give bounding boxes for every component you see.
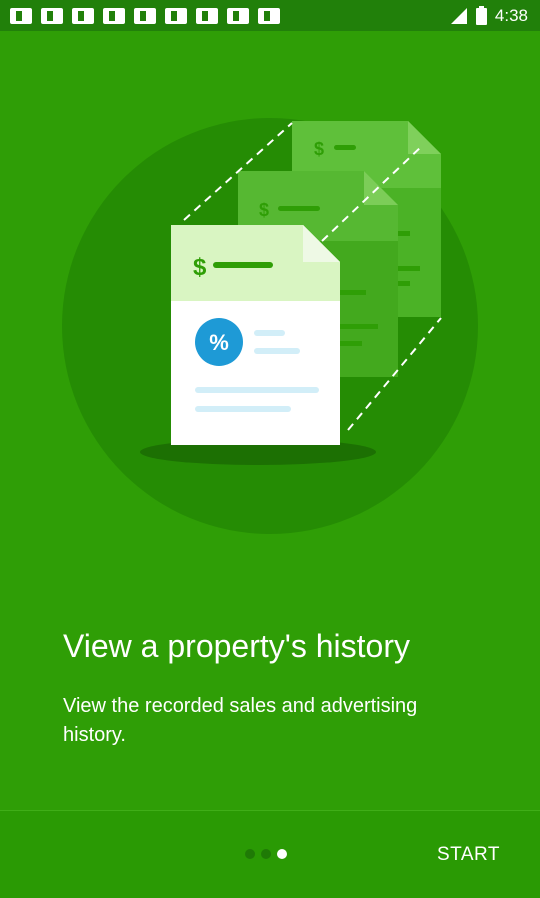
flipboard-icon: [196, 7, 218, 24]
flipboard-icon: [103, 7, 125, 24]
page-subtitle: View the recorded sales and advertising …: [63, 695, 418, 746]
battery-icon: [475, 6, 487, 25]
flipboard-icon: [258, 7, 280, 24]
page-dot-active: [277, 849, 287, 859]
page-dot: [261, 849, 271, 859]
flipboard-icon: [227, 7, 249, 24]
front-document: $ %: [171, 225, 340, 445]
flipboard-icon: [165, 7, 187, 24]
status-bar: 4:38: [0, 0, 540, 31]
onboarding-footer: START: [0, 810, 540, 898]
flipboard-icon: [72, 7, 94, 24]
notification-icons: [10, 7, 280, 24]
property-history-illustration: $ $ $ %: [62, 118, 478, 534]
start-button[interactable]: START: [421, 839, 516, 871]
back-doc-symbol: $: [314, 139, 324, 159]
flipboard-icon: [10, 7, 32, 24]
flipboard-icon: [134, 7, 156, 24]
page-title: View a property's history: [63, 628, 410, 664]
status-right: 4:38: [450, 6, 528, 26]
flipboard-icon: [41, 7, 63, 24]
percent-badge-symbol: %: [209, 330, 229, 355]
front-doc-symbol: $: [193, 254, 207, 281]
onboarding-page: $ $ $ % View a property's history View t…: [0, 31, 540, 810]
page-dot: [245, 849, 255, 859]
middle-doc-symbol: $: [259, 200, 269, 220]
page-indicator: [245, 849, 287, 859]
signal-icon: [450, 7, 467, 24]
status-time: 4:38: [494, 5, 528, 25]
